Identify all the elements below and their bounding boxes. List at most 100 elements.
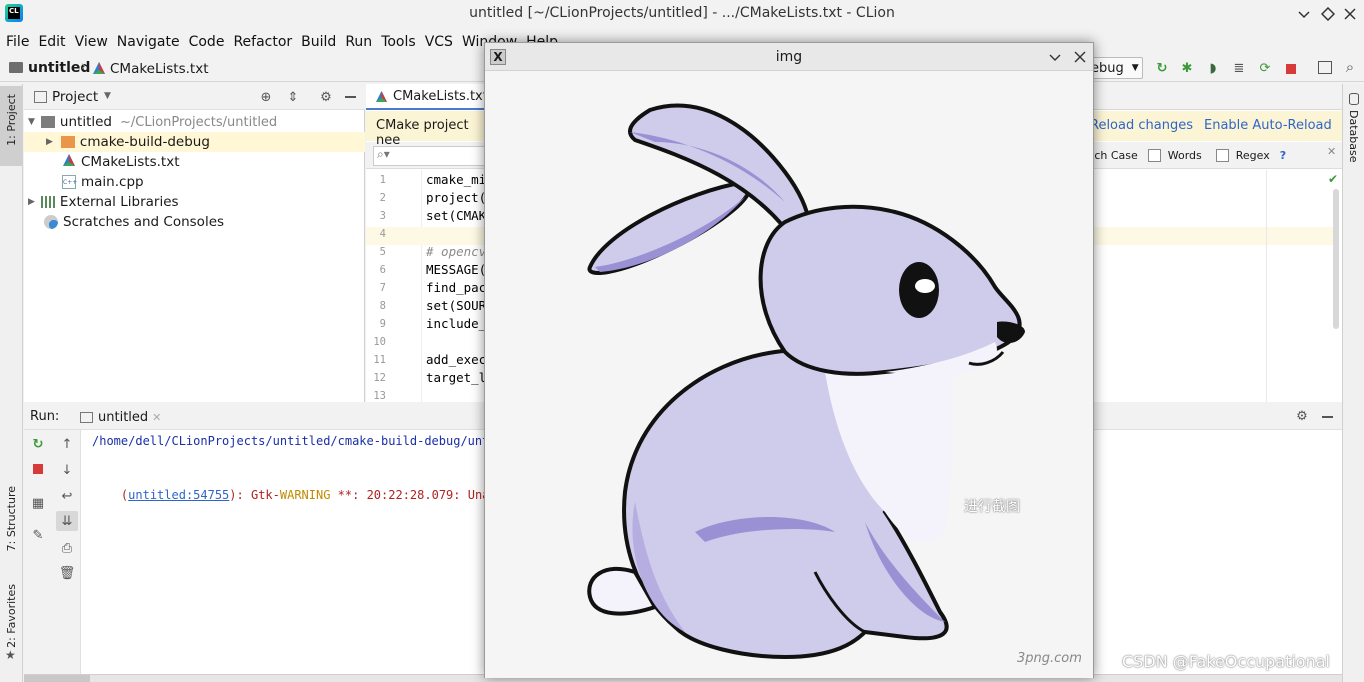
collapse-icon[interactable]: ⇕ [286, 90, 300, 105]
image-window[interactable]: X img 3png.com [484, 42, 1094, 678]
folder-icon [9, 62, 23, 73]
tree-item-label: main.cpp [81, 174, 144, 190]
menu-code[interactable]: Code [189, 34, 225, 50]
console-process-link[interactable]: untitled:54755 [128, 488, 229, 502]
code-line: target_li [426, 370, 486, 385]
search-icon[interactable]: ⌕ [1343, 58, 1357, 76]
gear-icon[interactable]: ⚙ [1295, 409, 1309, 424]
line-number: 1 [379, 174, 386, 186]
close-find-icon[interactable]: ✕ [1327, 145, 1336, 158]
right-tool-strip: Database [1342, 84, 1364, 682]
run-config-label: ebug [1091, 60, 1124, 76]
libraries-icon [40, 196, 55, 208]
down-arrow-icon[interactable]: ↓ [60, 463, 74, 478]
tree-item-scratches[interactable]: Scratches and Consoles [44, 212, 224, 232]
match-case-label[interactable]: tch Case [1090, 149, 1138, 162]
chevron-down-icon[interactable]: ▼ [104, 91, 111, 101]
star-icon: ★ [5, 648, 16, 662]
find-input[interactable]: ⌕▾ [373, 146, 486, 166]
code-area[interactable]: 1 cmake_mi 2 project(3 set(CMAK 4 5 # opencv 6 ME… [366, 170, 486, 402]
expand-arrow-icon: ▼ [28, 117, 35, 127]
scroll-to-end-icon[interactable]: ⇊ [56, 511, 78, 531]
menu-file[interactable]: File [6, 34, 29, 50]
menu-tools[interactable]: Tools [381, 34, 416, 50]
regex-checkbox[interactable] [1215, 148, 1229, 162]
scratches-icon [44, 215, 58, 229]
menu-run[interactable]: Run [345, 34, 372, 50]
editor-scrollbar[interactable] [1333, 189, 1339, 329]
editor-right-part: Reload changes Enable Auto-Reload tch Ca… [1090, 84, 1342, 402]
tree-item-external-libraries[interactable]: ▶ External Libraries [28, 192, 179, 212]
run-dashboard-icon[interactable]: ⟳ [1258, 61, 1272, 76]
line-number: 13 [373, 390, 386, 402]
minimize-icon[interactable] [1049, 51, 1061, 67]
stop-icon[interactable] [1286, 64, 1296, 74]
project-tab[interactable]: 1: Project [0, 86, 22, 166]
maximize-icon[interactable] [1320, 6, 1336, 22]
profile-icon[interactable]: ≣ [1232, 61, 1246, 76]
enable-auto-reload-link[interactable]: Enable Auto-Reload [1204, 118, 1332, 133]
debug-bug-icon[interactable]: ✱ [1180, 61, 1194, 76]
run-config-select[interactable]: ebug ▼ [1087, 57, 1143, 79]
breadcrumb-file[interactable]: CMakeLists.txt [110, 61, 209, 77]
tree-item-cmakelists[interactable]: CMakeLists.txt [62, 152, 180, 172]
trash-icon[interactable]: 🗑 [59, 566, 76, 581]
stop-icon[interactable] [33, 464, 43, 474]
line-number: 10 [373, 336, 386, 348]
pin-icon[interactable]: ✎ [31, 528, 45, 543]
rerun-icon[interactable]: ↻ [31, 437, 45, 452]
run-tab-label: untitled [98, 409, 149, 425]
tree-item-label: CMakeLists.txt [81, 154, 180, 170]
locate-icon[interactable]: ⊕ [259, 90, 273, 105]
hide-icon[interactable] [1322, 416, 1333, 418]
reload-icon[interactable]: ↻ [1155, 61, 1169, 76]
code-line: add_execu [426, 352, 486, 367]
menu-navigate[interactable]: Navigate [117, 34, 180, 50]
folder-icon [40, 116, 55, 128]
soft-wrap-icon[interactable]: ↩ [60, 489, 74, 504]
left-tool-strip: 1: Project 7: Structure 2: Favorites ★ [0, 84, 23, 682]
window-title: untitled [~/CLionProjects/untitled] - ..… [469, 5, 895, 21]
code-line: set(SOURC [426, 298, 486, 313]
favorites-tab[interactable]: 2: Favorites [5, 584, 18, 648]
close-icon[interactable] [1074, 51, 1086, 67]
minimize-icon[interactable] [1297, 7, 1311, 21]
console-output[interactable]: /home/dell/CLionProjects/untitled/cmake-… [92, 432, 484, 522]
tree-item-label: Scratches and Consoles [63, 214, 225, 230]
menu-refactor[interactable]: Refactor [233, 34, 292, 50]
print-icon[interactable]: ⎙ [60, 541, 74, 556]
close-icon[interactable] [1343, 7, 1357, 21]
close-icon[interactable]: ✕ [152, 411, 161, 424]
project-tab-label: 1: Project [5, 94, 18, 146]
help-link[interactable]: ? [1280, 149, 1286, 162]
editor-tabs: CMakeLists.txt [366, 84, 488, 110]
database-tab[interactable]: Database [1347, 110, 1360, 163]
tree-item-untitled[interactable]: ▼ untitled ~/CLionProjects/untitled [28, 112, 277, 132]
project-view-icon [34, 91, 47, 103]
tree-item-main-cpp[interactable]: C++ main.cpp [62, 172, 144, 192]
hide-icon[interactable] [345, 96, 356, 98]
tab-run-untitled[interactable]: untitled ✕ [76, 406, 165, 428]
words-checkbox[interactable] [1147, 148, 1161, 162]
menu-vcs[interactable]: VCS [425, 34, 453, 50]
structure-tab[interactable]: 7: Structure [5, 486, 18, 551]
reload-changes-link[interactable]: Reload changes [1090, 118, 1193, 133]
cmake-icon [62, 153, 76, 171]
layout-icon[interactable] [1318, 61, 1332, 74]
menu-edit[interactable]: Edit [38, 34, 65, 50]
cpp-file-icon: C++ [62, 175, 77, 189]
line-number: 9 [379, 318, 386, 330]
coverage-icon[interactable]: ◗ [1206, 61, 1220, 76]
tree-item-cmake-build-debug[interactable]: ▶ cmake-build-debug [24, 132, 365, 152]
tab-cmakelists[interactable]: CMakeLists.txt [366, 84, 488, 110]
chevron-down-icon: ▼ [1131, 63, 1139, 73]
expand-arrow-icon: ▶ [28, 197, 35, 207]
gear-icon[interactable]: ⚙ [319, 90, 333, 105]
menu-view[interactable]: View [75, 34, 108, 50]
menu-build[interactable]: Build [301, 34, 336, 50]
project-panel-title[interactable]: Project [52, 89, 98, 105]
tree-item-label: External Libraries [59, 194, 179, 210]
up-arrow-icon[interactable]: ↑ [60, 437, 74, 452]
layout-icon[interactable]: ▦ [31, 496, 45, 511]
